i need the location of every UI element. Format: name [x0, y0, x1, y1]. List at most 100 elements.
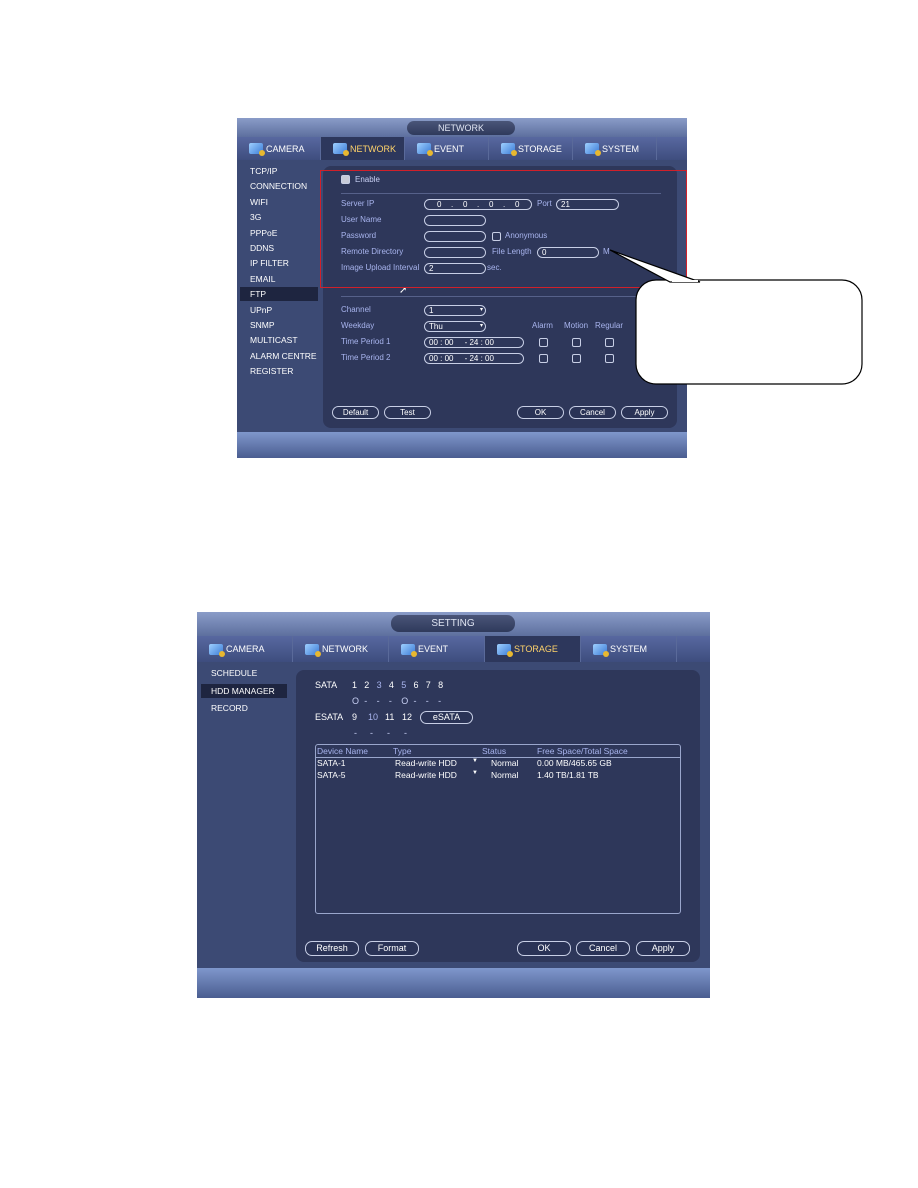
table-cell: SATA-1	[317, 758, 346, 768]
tab-event[interactable]: EVENT	[389, 636, 485, 662]
sata-status-7: -	[425, 696, 429, 706]
time-period-1-label: Time Period 1	[341, 337, 391, 346]
tp1-motion-checkbox[interactable]	[572, 338, 581, 347]
tab-label: CAMERA	[266, 143, 305, 154]
tp1-alarm-checkbox[interactable]	[539, 338, 548, 347]
sidebar-item-hdd-manager[interactable]: HDD MANAGER	[201, 683, 287, 698]
sidebar-item-connection[interactable]: CONNECTION	[240, 179, 307, 193]
sidebar: TCP/IP CONNECTION WIFI 3G PPPoE DDNS IP FILTER…	[240, 164, 318, 384]
sata-port-6: 6	[413, 680, 419, 690]
sata-status-4: -	[388, 696, 392, 706]
sidebar-item-multicast[interactable]: MULTICAST	[240, 333, 298, 347]
dropdown-arrow-icon[interactable]: ▼	[472, 770, 478, 776]
table-cell: SATA-5	[317, 770, 346, 780]
sata-label: SATA	[315, 680, 338, 690]
tab-label: SYSTEM	[610, 644, 648, 654]
column-header: Device Name	[317, 746, 369, 756]
sidebar-item-register[interactable]: REGISTER	[240, 364, 293, 378]
sidebar-item-3g[interactable]: 3G	[240, 210, 261, 224]
tab-network[interactable]: NETWORK	[321, 137, 405, 160]
sata-status-5: O	[401, 696, 409, 706]
event-icon	[401, 643, 417, 657]
tab-label: STORAGE	[514, 644, 558, 654]
channel-label: Channel	[341, 305, 371, 314]
motion-column-label: Motion	[564, 321, 589, 330]
sidebar-item-ftp[interactable]: FTP	[240, 287, 318, 302]
cancel-button[interactable]: Cancel	[569, 406, 616, 419]
callout-bubble	[609, 249, 863, 385]
table-row[interactable]: SATA-5 Read-write HDD Normal 1.40 TB/1.81 T…	[316, 770, 680, 782]
sidebar-item-alarm-centre[interactable]: ALARM CENTRE	[240, 349, 317, 363]
system-icon	[593, 643, 609, 657]
time-period-2-label: Time Period 2	[341, 353, 391, 362]
weekday-value: Thu	[429, 322, 443, 331]
sata-status-2: -	[364, 696, 368, 706]
apply-button[interactable]: Apply	[636, 941, 690, 956]
alarm-column-label: Alarm	[532, 321, 553, 330]
sata-status-6: -	[413, 696, 417, 706]
format-button[interactable]: Format	[365, 941, 419, 956]
tab-system[interactable]: SYSTEM	[581, 636, 677, 662]
refresh-button[interactable]: Refresh	[305, 941, 359, 956]
channel-select[interactable]: 1 ▾	[424, 305, 486, 316]
table-cell: Normal	[491, 770, 519, 780]
sata-port-5: 5	[401, 680, 407, 690]
weekday-label: Weekday	[341, 321, 375, 330]
bottom-bar	[197, 968, 710, 998]
sidebar-item-record[interactable]: RECORD	[201, 701, 248, 715]
esata-status-9: -	[354, 728, 357, 738]
ok-button[interactable]: OK	[517, 406, 564, 419]
window-title: NETWORK	[407, 121, 515, 135]
tp2-alarm-checkbox[interactable]	[539, 354, 548, 363]
hdd-panel: SATA 1O2-3-4-5O6-7-8- ESATA 9-10-11-12- …	[296, 670, 700, 962]
column-header: Status	[482, 746, 507, 756]
sidebar-item-wifi[interactable]: WIFI	[240, 195, 268, 209]
sidebar-item-schedule[interactable]: SCHEDULE	[201, 666, 257, 680]
title-bar: NETWORK	[237, 118, 687, 137]
esata-button[interactable]: eSATA	[420, 711, 473, 724]
main-tabs: CAMERA NETWORK EVENT STORAGE SYSTEM	[237, 137, 687, 160]
tab-storage[interactable]: STORAGE	[489, 137, 573, 160]
tab-storage[interactable]: STORAGE	[485, 636, 581, 662]
sata-port-7: 7	[425, 680, 431, 690]
tab-event[interactable]: EVENT	[405, 137, 489, 160]
tab-camera[interactable]: CAMERA	[237, 137, 321, 160]
tab-camera[interactable]: CAMERA	[197, 636, 293, 662]
chevron-down-icon: ▾	[479, 323, 483, 329]
sata-port-3: 3	[376, 680, 382, 690]
tab-label: SYSTEM	[602, 143, 640, 154]
default-button[interactable]: Default	[332, 406, 379, 419]
tab-network[interactable]: NETWORK	[293, 636, 389, 662]
chevron-down-icon: ▾	[479, 307, 483, 313]
sidebar-item-email[interactable]: EMAIL	[240, 272, 276, 286]
window-title: SETTING	[391, 615, 515, 632]
tp2-motion-checkbox[interactable]	[572, 354, 581, 363]
time-period-2-field[interactable]: 00 : 00 - 24 : 00	[424, 353, 524, 364]
system-icon	[585, 143, 601, 156]
test-button[interactable]: Test	[384, 406, 431, 419]
column-header: Type	[393, 746, 412, 756]
sidebar-item-pppoe[interactable]: PPPoE	[240, 226, 277, 240]
esata-port-10: 10	[368, 712, 379, 722]
time-period-1-field[interactable]: 00 : 00 - 24 : 00	[424, 337, 524, 348]
sidebar-item-ddns[interactable]: DDNS	[240, 241, 274, 255]
cancel-button[interactable]: Cancel	[576, 941, 630, 956]
sidebar-item-ip-filter[interactable]: IP FILTER	[240, 256, 289, 270]
table-row[interactable]: SATA-1 Read-write HDD Normal 0.00 MB/465.65…	[316, 758, 680, 770]
weekday-select[interactable]: Thu ▾	[424, 321, 486, 332]
tab-system[interactable]: SYSTEM	[573, 137, 657, 160]
title-bar: SETTING	[197, 612, 710, 636]
sidebar-item-upnp[interactable]: UPnP	[240, 303, 272, 317]
esata-port-12: 12	[402, 712, 413, 722]
network-icon	[305, 643, 321, 657]
sidebar-item-tcp-ip[interactable]: TCP/IP	[240, 164, 277, 178]
ok-button[interactable]: OK	[517, 941, 571, 956]
esata-label: ESATA	[315, 712, 344, 722]
apply-button[interactable]: Apply	[621, 406, 668, 419]
tab-label: NETWORK	[350, 143, 396, 154]
dropdown-arrow-icon[interactable]: ▼	[472, 758, 478, 764]
storage-icon	[497, 643, 513, 657]
tab-label: NETWORK	[322, 644, 368, 654]
sidebar-item-snmp[interactable]: SNMP	[240, 318, 275, 332]
esata-status-11: -	[387, 728, 390, 738]
